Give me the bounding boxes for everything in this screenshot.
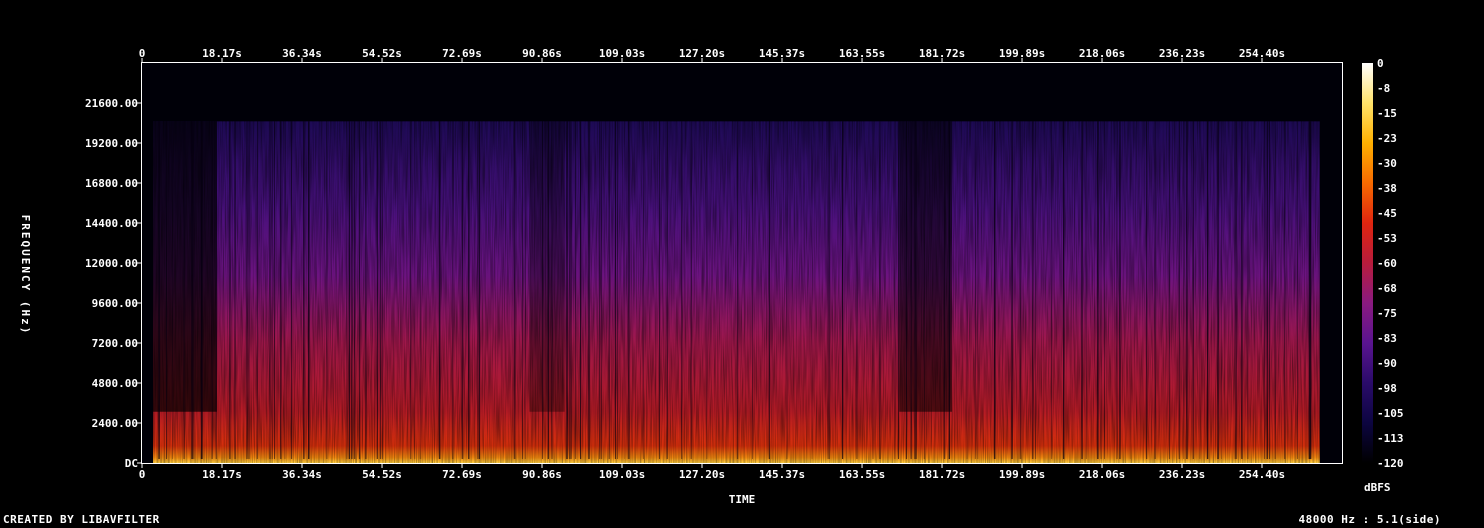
x-axis-label: TIME <box>729 493 756 506</box>
plot-area <box>141 62 1343 464</box>
colorbar-tick-label: -53 <box>1377 232 1397 245</box>
x-tick-label-top: 127.20s <box>679 47 725 60</box>
y-tick-label: 21600.00 <box>85 97 138 110</box>
y-tick-label: 19200.00 <box>85 137 138 150</box>
x-tick-label-bottom: 163.55s <box>839 468 885 481</box>
x-tick-label-top: 54.52s <box>362 47 402 60</box>
colorbar-tick-label: -83 <box>1377 332 1397 345</box>
y-axis-left: DC 2400.00 4800.00 7200.00 9600.00 12000.00 14… <box>85 97 141 470</box>
quiet-segment <box>529 121 565 412</box>
x-tick-label-top: 0 <box>139 47 146 60</box>
colorbar-tick-label: 0 <box>1377 57 1384 70</box>
colorbar-tick-label: -38 <box>1377 182 1397 195</box>
spectrogram-chart: 0 18.17s 36.34s 54.52s 72.69s 90.86s 109.03s 12… <box>19 47 1404 506</box>
footer-audio-info: 48000 Hz : 5.1(side) <box>1298 513 1441 526</box>
footer-credit: CREATED BY LIBAVFILTER <box>3 513 160 526</box>
colorbar: 0 -8 -15 -23 -30 -38 -45 -53 -60 -68 -75 -83 -90 -98 -… <box>1362 57 1404 494</box>
x-axis-top: 0 18.17s 36.34s 54.52s 72.69s 90.86s 109.03s 12… <box>139 47 1285 62</box>
y-tick-label: 7200.00 <box>92 337 138 350</box>
colorbar-tick-label: -90 <box>1377 357 1397 370</box>
x-tick-label-top: 218.06s <box>1079 47 1125 60</box>
colorbar-tick-label: -8 <box>1377 82 1390 95</box>
y-tick-label: DC <box>125 457 138 470</box>
colorbar-tick-label: -113 <box>1377 432 1404 445</box>
x-tick-label-top: 109.03s <box>599 47 645 60</box>
x-tick-label-bottom: 218.06s <box>1079 468 1125 481</box>
y-tick-label: 12000.00 <box>85 257 138 270</box>
x-axis-bottom: 0 18.17s 36.34s 54.52s 72.69s 90.86s 109.03s 12… <box>139 464 1285 481</box>
x-tick-label-top: 36.34s <box>282 47 322 60</box>
colorbar-tick-label: -15 <box>1377 107 1397 120</box>
spectrogram-body <box>153 121 1320 463</box>
colorbar-tick-label: -68 <box>1377 282 1397 295</box>
y-axis-label: FREQUENCY (Hz) <box>19 215 32 336</box>
x-tick-label-bottom: 181.72s <box>919 468 965 481</box>
y-tick-label: 16800.00 <box>85 177 138 190</box>
colorbar-tick-label: -98 <box>1377 382 1397 395</box>
colorbar-tick-label: -120 <box>1377 457 1404 470</box>
colorbar-unit: dBFS <box>1364 481 1391 494</box>
x-tick-label-bottom: 109.03s <box>599 468 645 481</box>
y-tick-label: 14400.00 <box>85 217 138 230</box>
x-tick-label-bottom: 72.69s <box>442 468 482 481</box>
x-tick-label-bottom: 0 <box>139 468 146 481</box>
colorbar-ticks: 0 -8 -15 -23 -30 -38 -45 -53 -60 -68 -75 -83 -90 -98 -… <box>1377 57 1404 470</box>
x-tick-label-bottom: 90.86s <box>522 468 562 481</box>
colorbar-gradient <box>1362 63 1373 463</box>
x-tick-label-top: 72.69s <box>442 47 482 60</box>
x-tick-label-bottom: 18.17s <box>202 468 242 481</box>
x-tick-label-bottom: 199.89s <box>999 468 1045 481</box>
x-tick-label-bottom: 145.37s <box>759 468 805 481</box>
colorbar-tick-label: -30 <box>1377 157 1397 170</box>
x-tick-label-top: 181.72s <box>919 47 965 60</box>
x-tick-label-bottom: 54.52s <box>362 468 402 481</box>
x-tick-label-top: 90.86s <box>522 47 562 60</box>
x-tick-label-bottom: 254.40s <box>1239 468 1285 481</box>
x-tick-label-bottom: 236.23s <box>1159 468 1205 481</box>
x-tick-label-top: 18.17s <box>202 47 242 60</box>
x-tick-label-bottom: 127.20s <box>679 468 725 481</box>
y-tick-label: 9600.00 <box>92 297 138 310</box>
x-tick-label-bottom: 36.34s <box>282 468 322 481</box>
colorbar-tick-label: -105 <box>1377 407 1404 420</box>
x-tick-label-top: 254.40s <box>1239 47 1285 60</box>
x-tick-label-top: 199.89s <box>999 47 1045 60</box>
x-tick-label-top: 145.37s <box>759 47 805 60</box>
spectrogram-texture <box>153 121 1320 463</box>
x-tick-label-top: 163.55s <box>839 47 885 60</box>
colorbar-tick-label: -60 <box>1377 257 1397 270</box>
colorbar-tick-label: -23 <box>1377 132 1397 145</box>
y-tick-label: 4800.00 <box>92 377 138 390</box>
quiet-segment <box>153 121 217 412</box>
y-tick-label: 2400.00 <box>92 417 138 430</box>
colorbar-tick-label: -45 <box>1377 207 1397 220</box>
x-tick-label-top: 236.23s <box>1159 47 1205 60</box>
colorbar-tick-label: -75 <box>1377 307 1397 320</box>
